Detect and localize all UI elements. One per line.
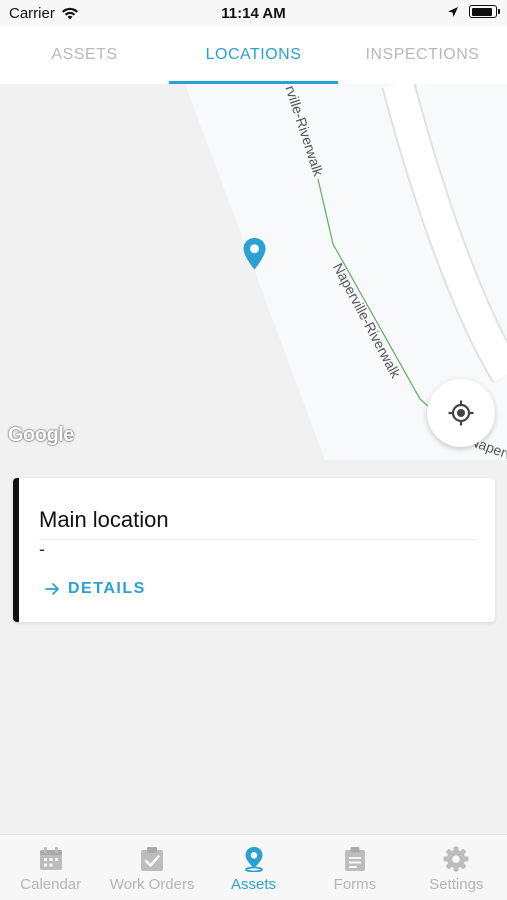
status-bar: Carrier 11:14 AM [0, 0, 507, 26]
nav-work-orders-label: Work Orders [109, 876, 195, 893]
tab-assets[interactable]: ASSETS [0, 26, 169, 84]
nav-calendar[interactable]: Calendar [0, 835, 101, 900]
gear-icon [443, 846, 469, 872]
clipboard-check-icon [141, 847, 164, 871]
nav-settings-label: Settings [429, 876, 484, 893]
location-title: Main location [39, 507, 169, 532]
battery-icon [469, 5, 500, 18]
tab-inspections[interactable]: INSPECTIONS [338, 26, 507, 84]
nav-assets-label: Assets [231, 876, 277, 893]
crosshair-icon [448, 400, 474, 426]
tab-assets-label: ASSETS [51, 46, 118, 63]
tab-inspections-label: INSPECTIONS [365, 46, 480, 63]
bottom-nav: Calendar Work Orders Assets Forms Settin… [0, 834, 507, 900]
tab-locations[interactable]: LOCATIONS [169, 26, 338, 84]
map-view[interactable]: rville-Riverwalk Naperville-Riverwalk Na… [0, 84, 507, 460]
nav-forms[interactable]: Forms [304, 835, 405, 900]
details-label: DETAILS [68, 580, 146, 597]
nav-work-orders[interactable]: Work Orders [101, 835, 202, 900]
location-pin-icon[interactable] [242, 237, 267, 271]
details-button[interactable]: DETAILS [45, 580, 146, 598]
battery-fill [471, 7, 493, 16]
nav-forms-label: Forms [333, 876, 377, 893]
form-icon [344, 847, 365, 871]
location-subtitle: - [39, 539, 45, 559]
location-card[interactable]: Main location - DETAILS [13, 478, 495, 622]
my-location-button[interactable] [427, 379, 495, 447]
card-divider [39, 539, 477, 540]
arrow-right-icon [45, 583, 59, 595]
status-time: 11:14 AM [221, 5, 286, 22]
location-arrow-icon [448, 6, 458, 17]
map-pin-icon [244, 847, 263, 872]
google-logo: Google [8, 424, 74, 446]
status-right [447, 5, 500, 18]
nav-assets[interactable]: Assets [203, 835, 304, 900]
tab-locations-label: LOCATIONS [205, 46, 302, 63]
calendar-icon [39, 847, 62, 870]
top-tab-bar: ASSETS LOCATIONS INSPECTIONS [0, 26, 507, 84]
nav-settings[interactable]: Settings [406, 835, 507, 900]
nav-calendar-label: Calendar [20, 876, 82, 893]
